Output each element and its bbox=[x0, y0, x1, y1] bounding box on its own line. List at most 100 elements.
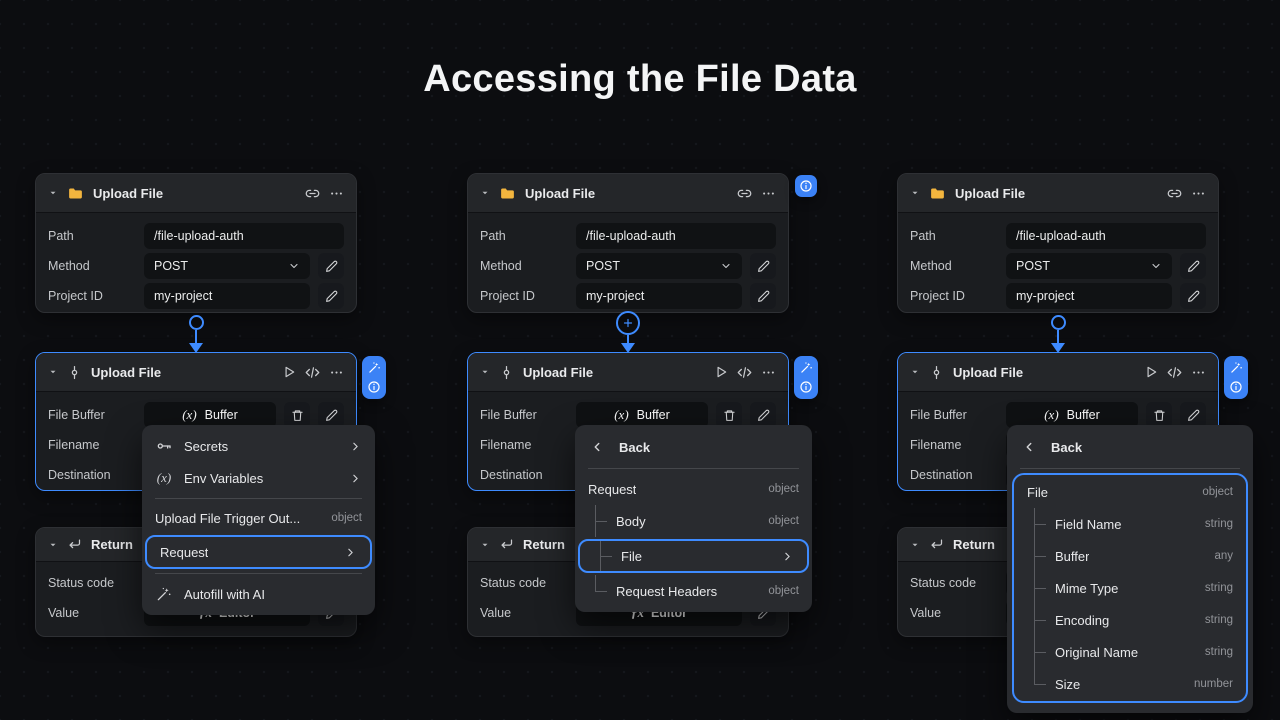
method-select[interactable]: POST bbox=[576, 253, 742, 279]
var-x-icon: (x) bbox=[614, 407, 628, 423]
folder-icon bbox=[499, 185, 516, 202]
tree-branch-line bbox=[1027, 572, 1049, 604]
menu-item-env-variables[interactable]: (x) Env Variables bbox=[142, 462, 375, 494]
menu-back-button[interactable]: Back bbox=[1007, 430, 1253, 464]
menu-item-request-root[interactable]: Request object bbox=[575, 473, 812, 505]
type-badge: any bbox=[1214, 550, 1233, 562]
path-input[interactable]: /file-upload-auth bbox=[1006, 223, 1206, 249]
chevron-down-icon[interactable] bbox=[48, 540, 58, 550]
project-id-row: Project ID my-project bbox=[480, 283, 776, 309]
folder-icon bbox=[67, 185, 84, 202]
menu-item-label: Body bbox=[616, 514, 646, 529]
add-node-plus-icon[interactable] bbox=[616, 311, 640, 335]
play-icon[interactable] bbox=[282, 365, 296, 379]
link-icon[interactable] bbox=[1167, 186, 1182, 201]
path-input[interactable]: /file-upload-auth bbox=[144, 223, 344, 249]
chevron-down-icon[interactable] bbox=[910, 188, 920, 198]
trigger-card-body: Path /file-upload-auth Method POST Proje… bbox=[36, 213, 356, 321]
info-icon[interactable] bbox=[799, 380, 813, 394]
chevron-right-icon bbox=[349, 472, 362, 485]
edit-pencil-button[interactable] bbox=[750, 253, 776, 279]
type-badge: object bbox=[331, 512, 362, 524]
destination-label: Destination bbox=[910, 468, 998, 482]
method-select[interactable]: POST bbox=[144, 253, 310, 279]
magic-wand-icon[interactable] bbox=[1230, 361, 1243, 374]
node-connector[interactable] bbox=[35, 313, 357, 353]
node-connector[interactable] bbox=[897, 313, 1219, 353]
link-icon[interactable] bbox=[305, 186, 320, 201]
menu-item-autofill-ai[interactable]: Autofill with AI bbox=[142, 578, 375, 610]
menu-item-encoding[interactable]: Encoding string bbox=[1014, 604, 1246, 636]
connector-line bbox=[1057, 330, 1059, 344]
project-id-input[interactable]: my-project bbox=[144, 283, 310, 309]
chevron-down-icon[interactable] bbox=[480, 188, 490, 198]
info-badge-button[interactable] bbox=[795, 175, 817, 197]
menu-item-request-headers[interactable]: Request Headers object bbox=[575, 575, 812, 607]
menu-item-buffer[interactable]: Buffer any bbox=[1014, 540, 1246, 572]
ellipsis-icon[interactable] bbox=[761, 365, 776, 380]
menu-back-button[interactable]: Back bbox=[575, 430, 812, 464]
menu-item-size[interactable]: Size number bbox=[1014, 668, 1246, 700]
connector-port-icon[interactable] bbox=[189, 315, 204, 330]
destination-label: Destination bbox=[480, 468, 568, 482]
edit-pencil-button[interactable] bbox=[1180, 283, 1206, 309]
chevron-down-icon[interactable] bbox=[48, 367, 58, 377]
info-icon[interactable] bbox=[367, 380, 381, 394]
menu-item-original-name[interactable]: Original Name string bbox=[1014, 636, 1246, 668]
project-id-input[interactable]: my-project bbox=[1006, 283, 1172, 309]
var-x-icon: (x) bbox=[1044, 407, 1058, 423]
node-commit-icon bbox=[67, 365, 82, 380]
chevron-down-icon bbox=[288, 260, 300, 272]
method-select[interactable]: POST bbox=[1006, 253, 1172, 279]
menu-item-secrets[interactable]: Secrets bbox=[142, 430, 375, 462]
menu-item-request-highlighted[interactable]: Request bbox=[145, 535, 372, 569]
menu-item-file-root[interactable]: File object bbox=[1014, 476, 1246, 508]
edit-pencil-button[interactable] bbox=[318, 283, 344, 309]
edit-pencil-button[interactable] bbox=[750, 283, 776, 309]
ellipsis-icon[interactable] bbox=[329, 365, 344, 380]
ellipsis-icon[interactable] bbox=[329, 186, 344, 201]
magic-wand-icon[interactable] bbox=[800, 361, 813, 374]
chevron-down-icon[interactable] bbox=[910, 540, 920, 550]
menu-item-field-name[interactable]: Field Name string bbox=[1014, 508, 1246, 540]
menu-item-body[interactable]: Body object bbox=[575, 505, 812, 537]
node-action-pill bbox=[362, 356, 386, 399]
chevron-down-icon[interactable] bbox=[480, 367, 490, 377]
file-submenu: Back File object Field Name string Buffe… bbox=[1007, 425, 1253, 713]
tree-branch-line bbox=[593, 541, 615, 571]
connector-port-icon[interactable] bbox=[1051, 315, 1066, 330]
filename-label: Filename bbox=[480, 438, 568, 452]
menu-item-file-highlighted[interactable]: File bbox=[578, 539, 809, 573]
info-icon[interactable] bbox=[1229, 380, 1243, 394]
play-icon[interactable] bbox=[714, 365, 728, 379]
menu-item-label: Request Headers bbox=[616, 584, 717, 599]
node-action-pill bbox=[1224, 356, 1248, 399]
edit-pencil-button[interactable] bbox=[318, 253, 344, 279]
trigger-card-title: Upload File bbox=[93, 186, 163, 201]
code-icon[interactable] bbox=[1167, 365, 1182, 380]
project-id-input[interactable]: my-project bbox=[576, 283, 742, 309]
code-icon[interactable] bbox=[305, 365, 320, 380]
node-connector[interactable] bbox=[467, 313, 789, 353]
ellipsis-icon[interactable] bbox=[761, 186, 776, 201]
method-value: POST bbox=[154, 259, 188, 273]
chevron-down-icon[interactable] bbox=[910, 367, 920, 377]
code-icon[interactable] bbox=[737, 365, 752, 380]
trigger-card-header: Upload File bbox=[36, 174, 356, 213]
menu-item-trigger-output[interactable]: Upload File Trigger Out... object bbox=[142, 503, 375, 533]
chevron-down-icon[interactable] bbox=[480, 540, 490, 550]
edit-pencil-button[interactable] bbox=[1180, 253, 1206, 279]
ellipsis-icon[interactable] bbox=[1191, 186, 1206, 201]
menu-item-mime-type[interactable]: Mime Type string bbox=[1014, 572, 1246, 604]
menu-item-label: Autofill with AI bbox=[184, 587, 265, 602]
chevron-down-icon[interactable] bbox=[48, 188, 58, 198]
link-icon[interactable] bbox=[737, 186, 752, 201]
play-icon[interactable] bbox=[1144, 365, 1158, 379]
menu-item-label: Secrets bbox=[184, 439, 228, 454]
menu-item-label: Encoding bbox=[1055, 613, 1109, 628]
value-label: Value bbox=[48, 606, 136, 620]
node-card-header: Upload File bbox=[468, 353, 788, 392]
path-input[interactable]: /file-upload-auth bbox=[576, 223, 776, 249]
magic-wand-icon[interactable] bbox=[368, 361, 381, 374]
ellipsis-icon[interactable] bbox=[1191, 365, 1206, 380]
